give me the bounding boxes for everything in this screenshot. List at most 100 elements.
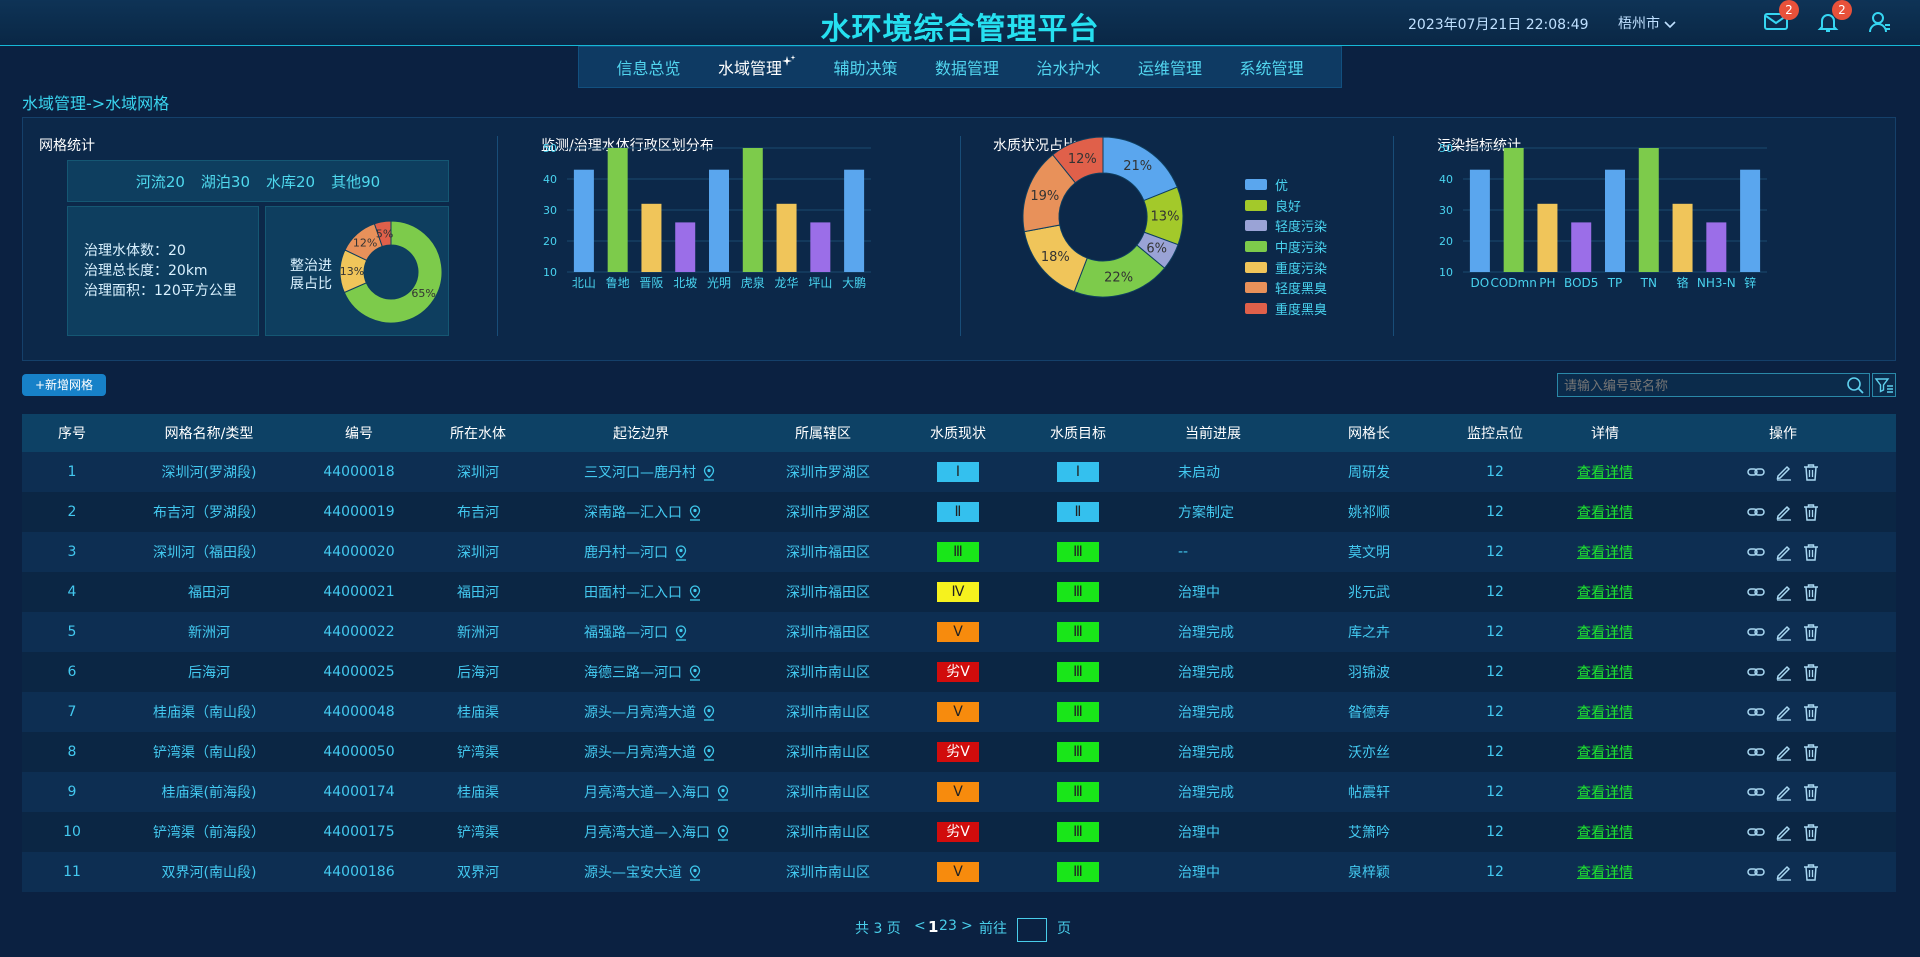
delete-icon[interactable]	[1803, 583, 1819, 601]
cell-name: 深圳河(罗湖段)	[122, 452, 296, 492]
location-pin-icon[interactable]	[702, 705, 716, 721]
edit-icon[interactable]	[1775, 663, 1793, 681]
progress-label: 整治进展占比	[290, 257, 336, 293]
user-button[interactable]	[1868, 10, 1896, 36]
link-icon[interactable]	[1747, 665, 1765, 679]
location-pin-icon[interactable]	[702, 465, 716, 481]
link-icon[interactable]	[1747, 705, 1765, 719]
edit-icon[interactable]	[1775, 743, 1793, 761]
delete-icon[interactable]	[1803, 663, 1819, 681]
link-icon[interactable]	[1747, 825, 1765, 839]
link-icon[interactable]	[1747, 585, 1765, 599]
datetime: 2023年07月21日 22:08:49	[1408, 17, 1589, 33]
cell-water: 铲湾渠	[422, 732, 534, 772]
edit-icon[interactable]	[1775, 863, 1793, 881]
cell-current-quality: Ⅴ	[898, 692, 1018, 732]
delete-icon[interactable]	[1803, 823, 1819, 841]
edit-icon[interactable]	[1775, 623, 1793, 641]
nav-item-data[interactable]: 数据管理	[935, 55, 999, 79]
nav-item-water-management[interactable]: 水域管理	[718, 55, 796, 79]
location-pin-icon[interactable]	[674, 625, 688, 641]
link-icon[interactable]	[1747, 625, 1765, 639]
cell-current-quality: Ⅴ	[898, 612, 1018, 652]
x-tick-label: 北坡	[673, 276, 697, 290]
legend-swatch	[1245, 282, 1267, 294]
location-pin-icon[interactable]	[688, 865, 702, 881]
cell-actions	[1670, 772, 1896, 812]
mail-button[interactable]: 2	[1763, 0, 1799, 36]
boundary-text: 源头—宝安大道	[584, 865, 682, 881]
view-detail-link[interactable]: 查看详情	[1577, 665, 1633, 681]
nav-item-system[interactable]: 系统管理	[1239, 55, 1303, 79]
view-detail-link[interactable]: 查看详情	[1577, 745, 1633, 761]
delete-icon[interactable]	[1803, 623, 1819, 641]
cell-actions	[1670, 492, 1896, 532]
cell-leader: 周研发	[1288, 452, 1450, 492]
page-3[interactable]: 3	[948, 918, 957, 934]
prev-page-button[interactable]: <	[914, 918, 926, 934]
cell-actions	[1670, 732, 1896, 772]
cell-target-quality: Ⅱ	[1018, 492, 1138, 532]
view-detail-link[interactable]: 查看详情	[1577, 625, 1633, 641]
link-icon[interactable]	[1747, 865, 1765, 879]
edit-icon[interactable]	[1775, 783, 1793, 801]
table-row: 8 铲湾渠（南山段） 44000050 铲湾渠 源头—月亮湾大道 深圳市南山区 劣Ⅴ Ⅲ 治理完…	[22, 732, 1896, 772]
location-pin-icon[interactable]	[702, 745, 716, 761]
view-detail-link[interactable]: 查看详情	[1577, 865, 1633, 881]
delete-icon[interactable]	[1803, 463, 1819, 481]
view-detail-link[interactable]: 查看详情	[1577, 705, 1633, 721]
filter-button[interactable]	[1872, 373, 1896, 397]
search-icon[interactable]	[1846, 376, 1866, 394]
location-pin-icon[interactable]	[716, 825, 730, 841]
edit-icon[interactable]	[1775, 543, 1793, 561]
location-pin-icon[interactable]	[674, 545, 688, 561]
link-icon[interactable]	[1747, 465, 1765, 479]
add-grid-button[interactable]: +新增网格	[22, 374, 106, 396]
edit-icon[interactable]	[1775, 583, 1793, 601]
city-select[interactable]: 梧州市	[1618, 13, 1677, 33]
view-detail-link[interactable]: 查看详情	[1577, 825, 1633, 841]
view-detail-link[interactable]: 查看详情	[1577, 785, 1633, 801]
location-pin-icon[interactable]	[716, 785, 730, 801]
goto-page-input[interactable]	[1017, 918, 1047, 942]
delete-icon[interactable]	[1803, 543, 1819, 561]
nav-item-overview[interactable]: 信息总览	[616, 55, 680, 79]
view-detail-link[interactable]: 查看详情	[1577, 545, 1633, 561]
y-tick-label: 10	[1439, 266, 1453, 279]
cell-water: 桂庙渠	[422, 772, 534, 812]
view-detail-link[interactable]: 查看详情	[1577, 585, 1633, 601]
location-pin-icon[interactable]	[688, 585, 702, 601]
edit-icon[interactable]	[1775, 703, 1793, 721]
page-2[interactable]: 2	[939, 918, 948, 934]
cell-name: 后海河	[122, 652, 296, 692]
view-detail-link[interactable]: 查看详情	[1577, 465, 1633, 481]
view-detail-link[interactable]: 查看详情	[1577, 505, 1633, 521]
delete-icon[interactable]	[1803, 783, 1819, 801]
nav-item-decision[interactable]: 辅助决策	[833, 55, 897, 79]
cell-code: 44000018	[296, 452, 422, 492]
edit-icon[interactable]	[1775, 463, 1793, 481]
delete-icon[interactable]	[1803, 703, 1819, 721]
notification-button[interactable]: 2	[1816, 0, 1852, 36]
link-icon[interactable]	[1747, 745, 1765, 759]
delete-icon[interactable]	[1803, 743, 1819, 761]
cell-boundary: 三叉河口—鹿丹村	[534, 452, 748, 492]
legend-label: 良好	[1275, 199, 1302, 215]
location-pin-icon[interactable]	[688, 665, 702, 681]
row-actions	[1670, 703, 1896, 721]
delete-icon[interactable]	[1803, 863, 1819, 881]
divider	[1393, 136, 1394, 336]
page-1[interactable]: 1	[928, 918, 938, 936]
delete-icon[interactable]	[1803, 503, 1819, 521]
location-pin-icon[interactable]	[688, 505, 702, 521]
search-input[interactable]	[1557, 373, 1870, 397]
edit-icon[interactable]	[1775, 823, 1793, 841]
nav-item-operations[interactable]: 运维管理	[1138, 55, 1202, 79]
edit-icon[interactable]	[1775, 503, 1793, 521]
nav-item-protection[interactable]: 治水护水	[1036, 55, 1100, 79]
y-tick-label: 50	[543, 142, 557, 155]
link-icon[interactable]	[1747, 545, 1765, 559]
link-icon[interactable]	[1747, 505, 1765, 519]
link-icon[interactable]	[1747, 785, 1765, 799]
next-page-button[interactable]: >	[961, 918, 973, 934]
